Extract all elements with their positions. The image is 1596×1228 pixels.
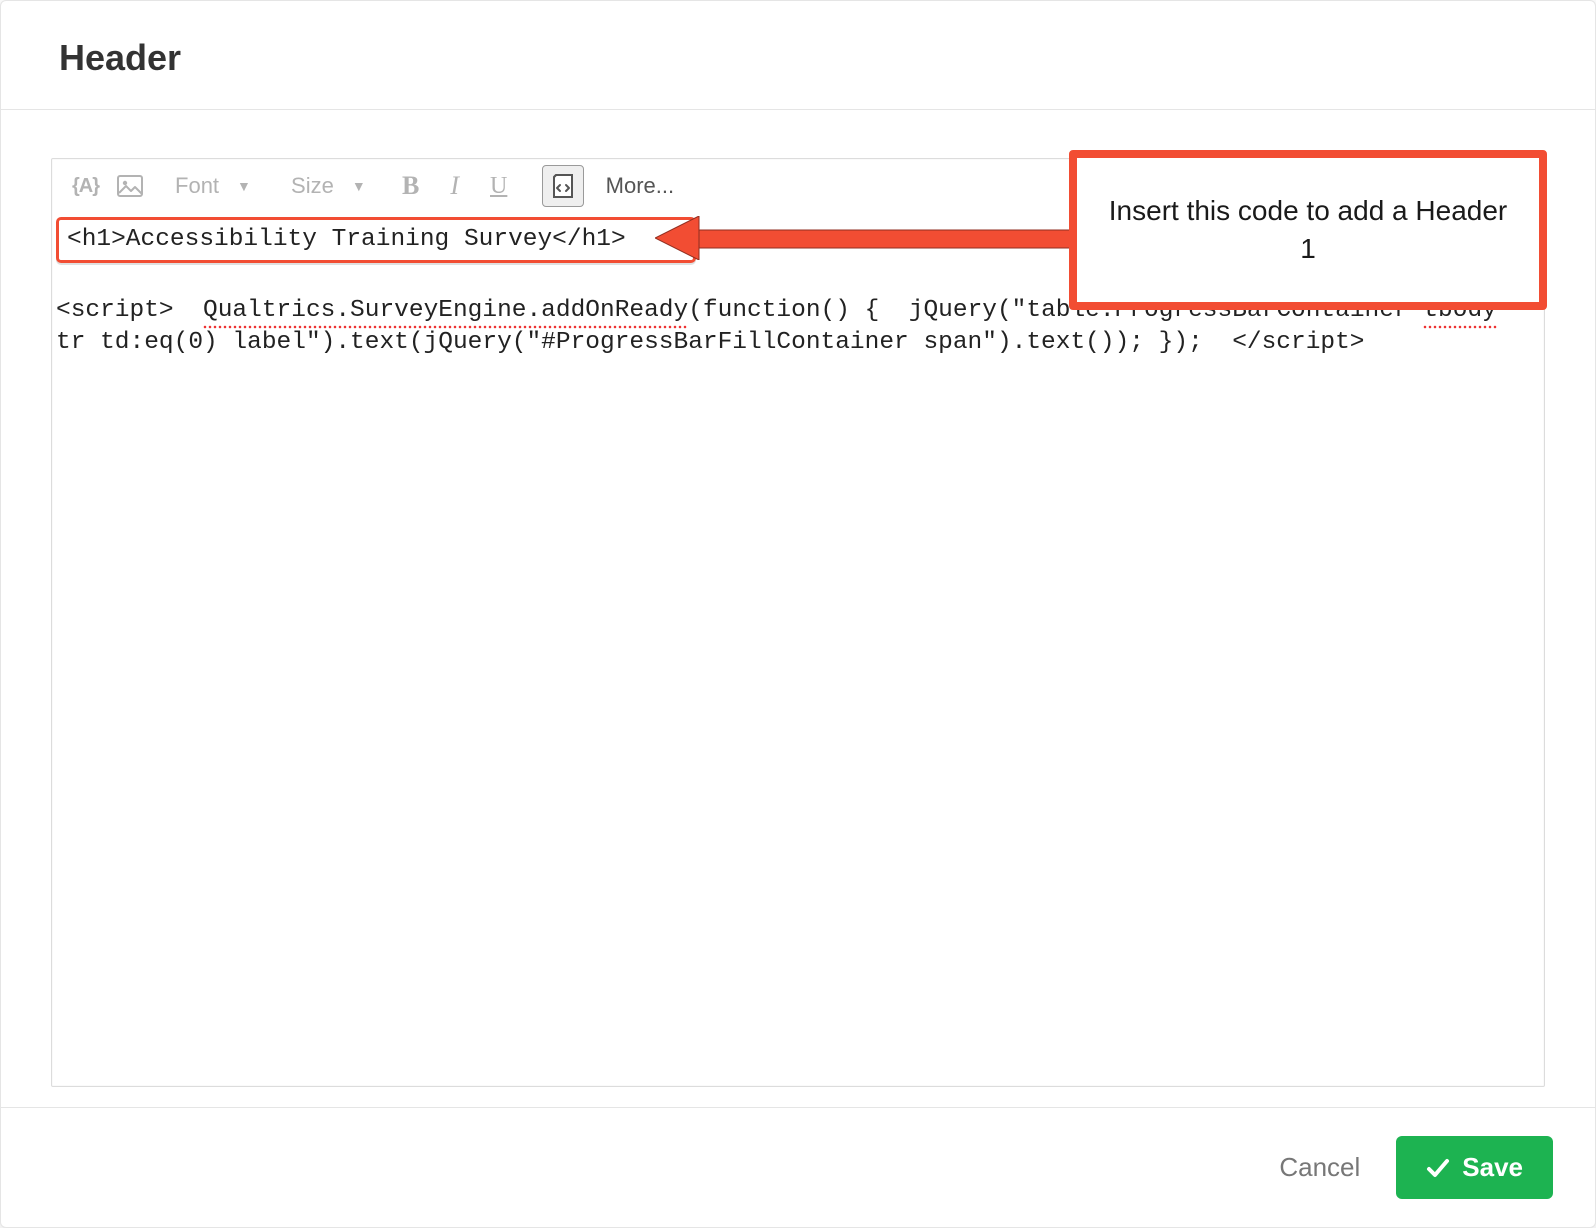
modal-header: Header [1,1,1595,110]
save-button[interactable]: Save [1396,1136,1553,1199]
underline-label: U [490,173,507,200]
bold-button[interactable]: B [392,167,430,205]
more-label: More... [606,173,674,199]
piped-text-button[interactable]: {A} [66,167,105,205]
annotation-arrow [655,216,1085,260]
image-icon [117,175,143,197]
modal-body: {A} Font ▼ Size ▼ [1,110,1595,1107]
save-label: Save [1462,1152,1523,1183]
h1-code-highlight: <h1>Accessibility Training Survey</h1> [56,217,696,263]
chevron-down-icon: ▼ [237,178,251,194]
bold-label: B [402,171,419,201]
modal-title: Header [59,37,1537,79]
modal-panel: Header {A} Font ▼ [0,0,1596,1228]
editor-content[interactable]: <h1>Accessibility Training Survey</h1> <… [52,213,1544,1086]
font-family-label: Font [175,173,219,199]
h1-code-text: <h1>Accessibility Training Survey</h1> [67,226,626,253]
modal-footer: Cancel Save [1,1107,1595,1227]
chevron-down-icon: ▼ [352,178,366,194]
cancel-button[interactable]: Cancel [1271,1142,1368,1193]
insert-image-button[interactable] [111,167,149,205]
annotation-callout-text: Insert this code to add a Header 1 [1103,192,1513,268]
italic-button[interactable]: I [436,167,474,205]
more-button[interactable]: More... [596,167,684,205]
italic-label: I [450,171,459,201]
piped-text-icon: {A} [72,175,99,198]
font-size-dropdown[interactable]: Size ▼ [283,167,374,205]
checkmark-icon [1426,1156,1450,1180]
font-size-label: Size [291,173,334,199]
source-view-button[interactable] [542,165,584,207]
underline-button[interactable]: U [480,167,518,205]
cancel-label: Cancel [1279,1152,1360,1182]
annotation-callout: Insert this code to add a Header 1 [1069,150,1547,310]
source-code-icon [550,173,576,199]
font-family-dropdown[interactable]: Font ▼ [167,167,277,205]
